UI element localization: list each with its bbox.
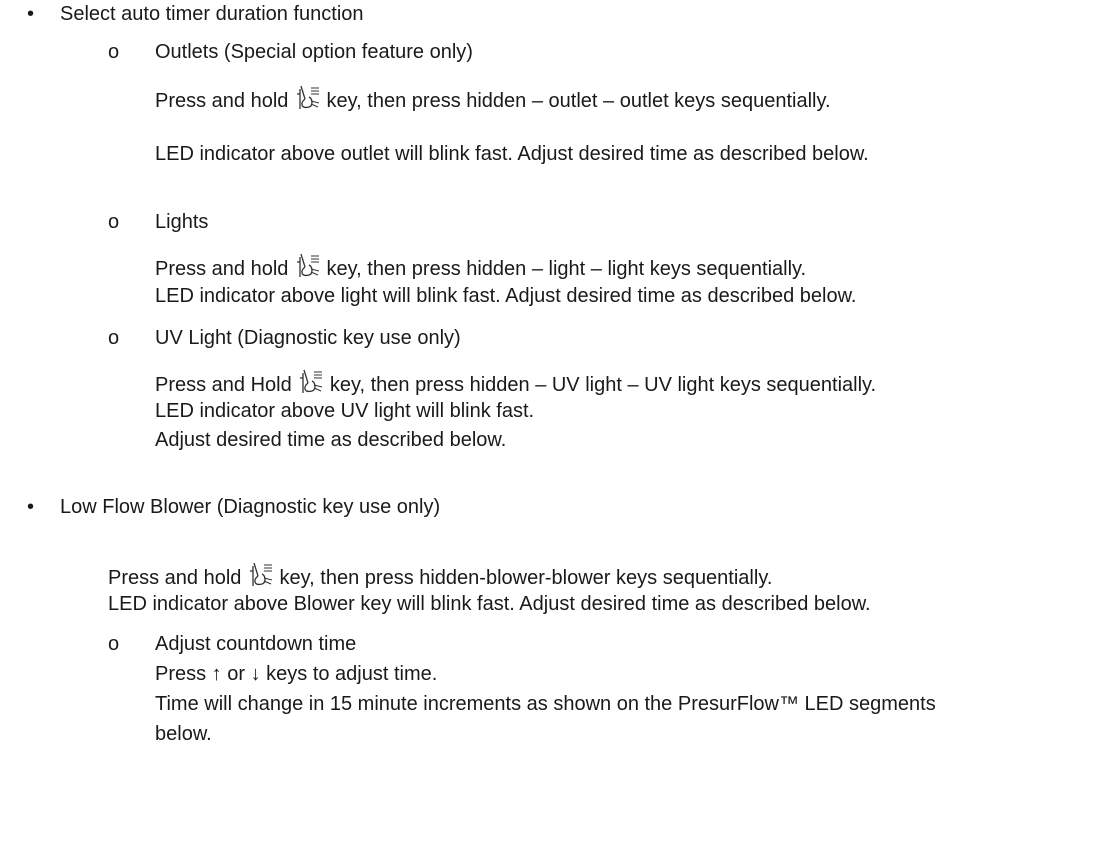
lights-led-note: LED indicator above light will blink fas… xyxy=(155,285,857,307)
uv-adjust-note: Adjust desired time as described below. xyxy=(155,429,507,451)
section-heading-low-flow-blower: Low Flow Blower (Diagnostic key use only… xyxy=(60,496,441,518)
sub-bullet: o xyxy=(108,633,120,655)
light-key-icon xyxy=(299,369,323,395)
sub-bullet: o xyxy=(108,41,120,63)
outlets-led-note: LED indicator above outlet will blink fa… xyxy=(155,143,869,165)
uv-instruction-before: Press and Hold xyxy=(155,374,292,396)
outlets-instruction-before: Press and hold xyxy=(155,90,289,112)
light-key-icon xyxy=(296,85,320,111)
blower-instruction-after: key, then press hidden-blower-blower key… xyxy=(279,567,773,589)
adjust-countdown-keys: Press ↑ or ↓ keys to adjust time. xyxy=(155,663,438,685)
uv-instruction-after: key, then press hidden – UV light – UV l… xyxy=(329,374,877,396)
light-key-icon xyxy=(249,562,273,588)
lights-instruction: Press and hold key, then press hidden – … xyxy=(155,253,806,281)
adjust-countdown-increments: Time will change in 15 minute increments… xyxy=(155,693,936,715)
outlets-title: Outlets (Special option feature only) xyxy=(155,41,473,63)
blower-led-note: LED indicator above Blower key will blin… xyxy=(108,593,871,615)
bullet: • xyxy=(27,3,35,25)
blower-instruction: Press and hold key, then press hidden-bl… xyxy=(108,562,772,590)
sub-bullet: o xyxy=(108,211,120,233)
uv-led-note: LED indicator above UV light will blink … xyxy=(155,400,535,422)
outlets-instruction-after: key, then press hidden – outlet – outlet… xyxy=(326,90,831,112)
lights-title: Lights xyxy=(155,211,209,233)
section-heading-auto-timer: Select auto timer duration function xyxy=(60,3,364,25)
adjust-countdown-title: Adjust countdown time xyxy=(155,633,357,655)
bullet: • xyxy=(27,496,35,518)
adjust-countdown-below: below. xyxy=(155,723,212,745)
outlets-instruction: Press and hold key, then press hidden – … xyxy=(155,85,831,113)
lights-instruction-before: Press and hold xyxy=(155,258,289,280)
lights-instruction-after: key, then press hidden – light – light k… xyxy=(326,258,807,280)
uv-instruction: Press and Hold key, then press hidden – … xyxy=(155,369,876,397)
sub-bullet: o xyxy=(108,327,120,349)
blower-instruction-before: Press and hold xyxy=(108,567,242,589)
uv-title: UV Light (Diagnostic key use only) xyxy=(155,327,461,349)
light-key-icon xyxy=(296,253,320,279)
